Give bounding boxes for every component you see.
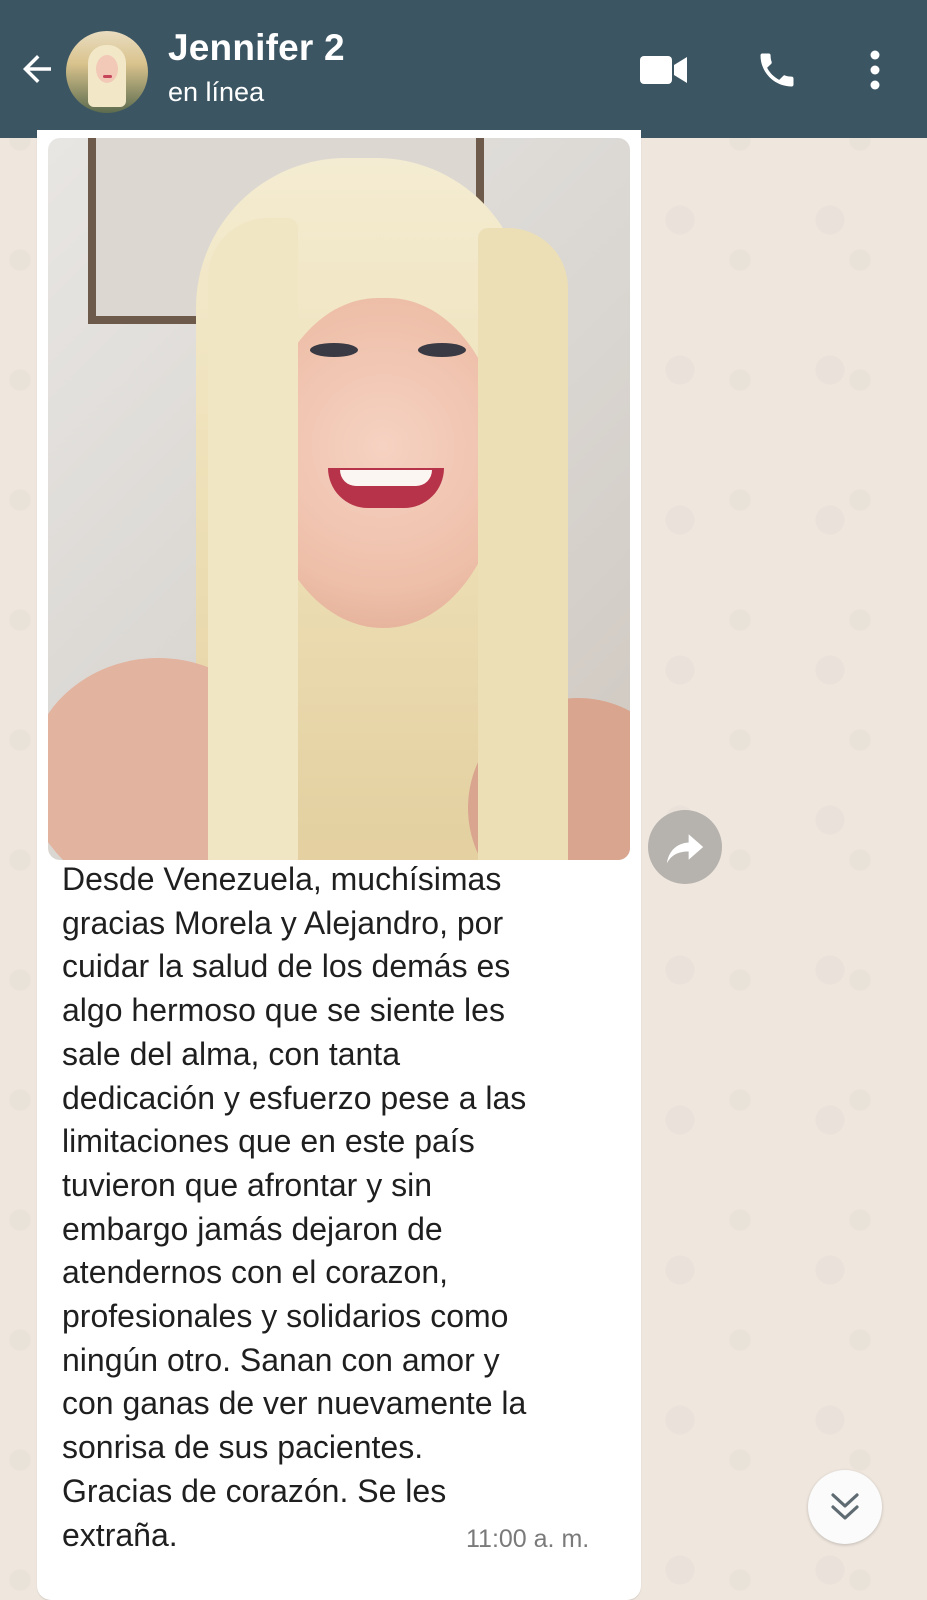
contact-info[interactable]: Jennifer 2 en línea xyxy=(168,26,345,110)
video-call-icon xyxy=(640,56,687,84)
contact-status: en línea xyxy=(168,77,265,107)
contact-name: Jennifer 2 xyxy=(168,27,345,68)
photo-eye xyxy=(310,343,358,357)
photo-face xyxy=(263,298,503,628)
chat-header: Jennifer 2 en línea xyxy=(0,0,927,138)
avatar-face xyxy=(96,55,118,83)
scroll-to-bottom-button[interactable] xyxy=(808,1470,882,1544)
phone-call-icon xyxy=(760,53,794,87)
message-photo[interactable] xyxy=(48,138,630,860)
double-chevron-down-icon xyxy=(831,1493,859,1520)
arrow-back-icon xyxy=(23,55,51,83)
video-call-button[interactable] xyxy=(638,46,690,94)
forward-arrow-icon xyxy=(666,834,704,864)
message-text: Desde Venezuela, muchísimas gracias More… xyxy=(62,861,527,1553)
photo-hair-strand xyxy=(478,228,568,860)
more-options-button[interactable] xyxy=(860,46,890,94)
voice-call-button[interactable] xyxy=(752,46,802,94)
back-button[interactable] xyxy=(14,46,60,92)
photo-eye xyxy=(418,343,466,357)
photo-teeth xyxy=(340,470,432,486)
message-timestamp: 11:00 a. m. xyxy=(466,1525,590,1553)
photo-hair-strand xyxy=(208,218,298,860)
more-options-icon xyxy=(870,50,880,90)
avatar-lips xyxy=(103,75,112,78)
contact-avatar[interactable] xyxy=(66,31,148,113)
forward-button[interactable] xyxy=(648,810,722,884)
